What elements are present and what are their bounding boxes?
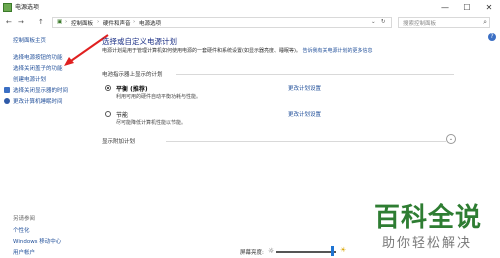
sidebar-item-sleep-time[interactable]: 更改计算机睡眠时间 xyxy=(4,97,63,105)
description-text: 电源计划是用于管理计算机如何使用电源的一套硬件和系统设置(如显示器亮度、睡眠等)… xyxy=(102,48,301,54)
see-also-mobility-center[interactable]: Windows 移动中心 xyxy=(13,237,61,245)
chevron-right-icon: › xyxy=(65,19,68,25)
search-icon[interactable]: ⌕ xyxy=(483,18,487,27)
learn-more-link[interactable]: 告诉我有关电源计划的更多信息 xyxy=(303,48,373,54)
sidebar-item-create-plan[interactable]: 创建电源计划 xyxy=(13,75,46,83)
chevron-down-icon[interactable]: ⌄ xyxy=(371,19,376,25)
plan-power-saver-name[interactable]: 节能 xyxy=(116,110,128,119)
plan-power-saver-settings-link[interactable]: 更改计划设置 xyxy=(288,110,321,118)
divider xyxy=(176,74,454,75)
plan-balanced-radio[interactable] xyxy=(105,85,111,91)
chevron-right-icon: › xyxy=(133,19,136,25)
plans-group-header: 电池指示器上显示的计划 xyxy=(102,72,163,78)
breadcrumb-control-panel[interactable]: 控制面板 xyxy=(71,19,93,27)
see-also-user-accounts[interactable]: 用户帐户 xyxy=(13,248,35,256)
title-bar: 电源选项 — ☐ ✕ xyxy=(0,0,500,15)
maximize-button[interactable]: ☐ xyxy=(456,0,478,15)
sidebar-item-lid-close[interactable]: 选择关闭盖子的功能 xyxy=(13,64,63,72)
address-bar[interactable]: ▣ › 控制面板 › 硬件和声音 › 电源选项 ⌄ ↻ xyxy=(52,17,392,28)
help-icon[interactable]: ? xyxy=(488,33,496,41)
sidebar-item-label: 选择关闭显示器的时间 xyxy=(13,88,69,94)
refresh-icon[interactable]: ↻ xyxy=(381,19,386,25)
address-row: ← → ↑ ▣ › 控制面板 › 硬件和声音 › 电源选项 ⌄ ↻ 搜索控制面板… xyxy=(0,15,500,30)
close-button[interactable]: ✕ xyxy=(478,0,500,15)
see-also-title: 另请参阅 xyxy=(13,216,36,222)
power-options-icon xyxy=(3,3,12,12)
show-more-plans[interactable]: 显示附加计划 xyxy=(102,137,135,145)
minimize-button[interactable]: — xyxy=(434,0,456,15)
plan-balanced-desc: 利用可用的硬件自动平衡功耗与性能。 xyxy=(116,94,202,100)
chevron-right-icon: › xyxy=(97,19,100,25)
watermark-subtitle: 助你轻松解决 xyxy=(382,236,473,251)
control-panel-icon: ▣ xyxy=(57,19,63,25)
sun-bright-icon: ☀ xyxy=(340,246,347,254)
back-button[interactable]: ← xyxy=(6,17,12,28)
plan-balanced-name[interactable]: 平衡 (推荐) xyxy=(116,84,148,93)
sidebar-item-display-off[interactable]: 选择关闭显示器的时间 xyxy=(4,86,68,94)
moon-icon xyxy=(4,98,10,104)
display-icon xyxy=(4,87,10,93)
search-placeholder: 搜索控制面板 xyxy=(403,21,437,27)
brightness-slider[interactable] xyxy=(276,251,336,253)
breadcrumb-power-options[interactable]: 电源选项 xyxy=(139,19,161,27)
sidebar-item-label: 更改计算机睡眠时间 xyxy=(13,99,63,105)
see-also-personalization[interactable]: 个性化 xyxy=(13,226,30,234)
plan-balanced-settings-link[interactable]: 更改计划设置 xyxy=(288,84,321,92)
search-input[interactable]: 搜索控制面板 ⌕ xyxy=(398,17,490,28)
sidebar-home-link[interactable]: 控制面板主页 xyxy=(13,36,46,44)
brightness-label: 屏幕亮度: xyxy=(240,250,264,256)
expand-chevron-icon[interactable]: ⌄ xyxy=(446,134,456,144)
brightness-slider-thumb[interactable] xyxy=(331,246,334,256)
watermark-title: 百科全说 xyxy=(374,203,483,233)
plan-power-saver-desc: 尽可能降低计算机性能以节能。 xyxy=(116,120,187,126)
page-title: 选择或自定义电源计划 xyxy=(102,37,177,46)
sidebar-item-power-button[interactable]: 选择电源按钮的功能 xyxy=(13,53,63,61)
sun-dim-icon: ☼ xyxy=(268,247,275,255)
divider xyxy=(166,141,446,142)
plan-power-saver-radio[interactable] xyxy=(105,111,111,117)
window-title: 电源选项 xyxy=(15,4,40,11)
up-button[interactable]: ↑ xyxy=(38,17,44,28)
page-description: 电源计划是用于管理计算机如何使用电源的一套硬件和系统设置(如显示器亮度、睡眠等)… xyxy=(102,48,432,55)
breadcrumb-hardware-sound[interactable]: 硬件和声音 xyxy=(103,19,131,27)
forward-button[interactable]: → xyxy=(18,17,24,28)
